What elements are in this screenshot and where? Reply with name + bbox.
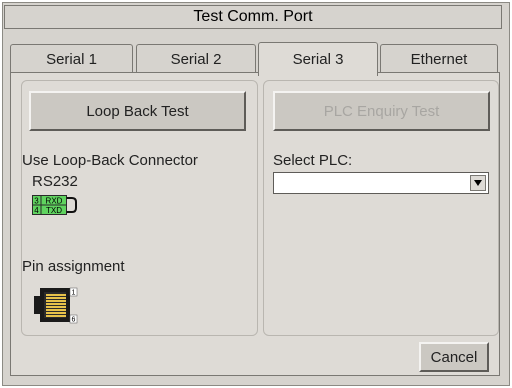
pin-bottom-number: 6 [72,317,76,324]
tab-serial-3[interactable]: Serial 3 [258,42,378,76]
window-title: Test Comm. Port [4,5,502,29]
select-plc-dropdown[interactable] [273,172,489,194]
cancel-button[interactable]: Cancel [419,342,489,372]
pin-4-number: 4 [34,206,39,215]
interface-label: RS232 [32,173,78,190]
pin-3-signal: RXD [46,197,63,206]
pin-assignment-label: Pin assignment [22,258,125,275]
plc-enquiry-test-button: PLC Enquiry Test [273,91,490,131]
tab-serial-1[interactable]: Serial 1 [10,44,133,74]
tab-ethernet[interactable]: Ethernet [380,44,498,74]
tab-bar: Serial 1 Serial 2 Serial 3 Ethernet [10,42,500,76]
connector-label: Use Loop-Back Connector [22,152,198,169]
pin-4-signal: TXD [46,206,62,215]
tab-serial-2[interactable]: Serial 2 [136,44,256,74]
loopback-connector-icon: 3 RXD 4 TXD [32,195,77,215]
dropdown-arrow-icon[interactable] [470,175,486,191]
loop-back-test-button[interactable]: Loop Back Test [29,91,246,131]
rj45-jack-icon: 1 6 [34,287,78,324]
pin-top-number: 1 [72,290,76,297]
select-plc-label: Select PLC: [273,152,353,169]
pin-3-number: 3 [34,197,39,206]
